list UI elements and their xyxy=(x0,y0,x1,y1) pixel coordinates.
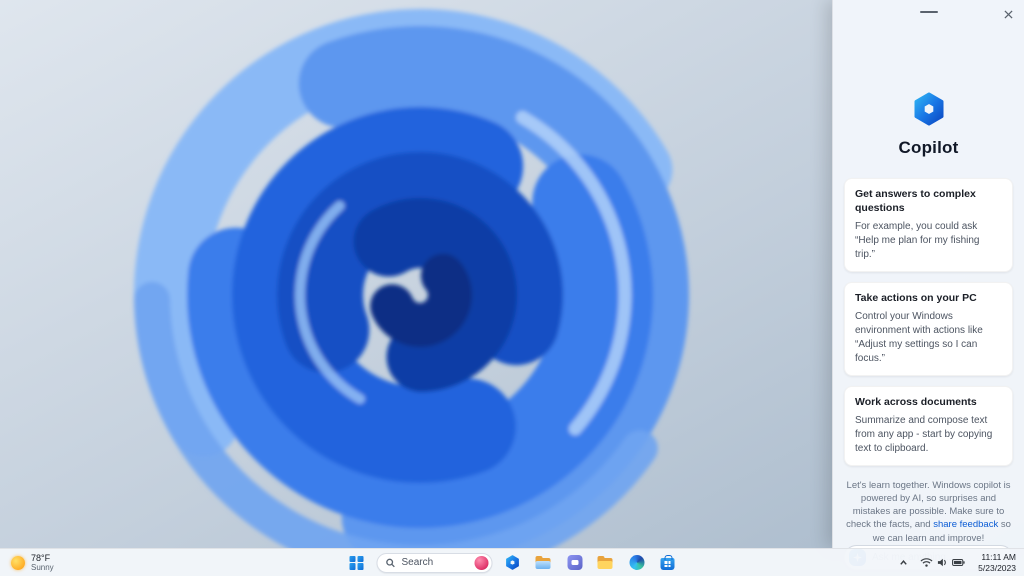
chat-icon xyxy=(567,555,582,570)
card-body: Control your Windows environment with ac… xyxy=(855,311,983,364)
file-explorer-icon xyxy=(535,555,552,571)
card-title: Get answers to complex questions xyxy=(855,188,976,214)
card-body: Summarize and compose text from any app … xyxy=(855,415,993,454)
clock[interactable]: 11:11 AM 5/23/2023 xyxy=(975,551,1019,574)
taskbar-app-store[interactable] xyxy=(657,551,679,575)
wifi-icon xyxy=(920,558,933,567)
copilot-taskbar-icon xyxy=(506,555,519,570)
search-highlight-icon xyxy=(474,555,489,570)
search-label: Search xyxy=(401,557,434,568)
card-title: Take actions on your PC xyxy=(855,291,977,304)
weather-text: 78°F Sunny xyxy=(31,553,54,573)
sun-icon xyxy=(11,555,25,570)
card-body: For example, you could ask “Help me plan… xyxy=(855,221,980,260)
panel-window-controls xyxy=(844,6,1013,20)
taskbar-app-folder[interactable] xyxy=(595,551,617,575)
search-box[interactable]: Search xyxy=(376,552,493,573)
share-feedback-link[interactable]: share feedback xyxy=(933,519,998,530)
taskbar-app-file-explorer[interactable] xyxy=(533,551,555,575)
taskbar: 78°F Sunny Search 11:11 AM 5/23/2023 xyxy=(0,548,1024,576)
volume-icon xyxy=(938,558,947,567)
weather-temperature: 78°F xyxy=(31,552,51,563)
taskbar-center: Search xyxy=(346,549,679,576)
weather-condition: Sunny xyxy=(31,563,54,573)
tray-time: 11:11 AM xyxy=(981,551,1016,562)
close-icon[interactable] xyxy=(1001,7,1015,21)
ai-disclaimer: Let's learn together. Windows copilot is… xyxy=(844,479,1013,545)
suggestion-card-documents[interactable]: Work across documents Summarize and comp… xyxy=(844,385,1013,466)
card-title: Work across documents xyxy=(855,395,977,408)
hidden-icons-chevron-icon[interactable] xyxy=(897,556,910,569)
taskbar-app-chat[interactable] xyxy=(564,551,586,575)
copilot-title: Copilot xyxy=(898,138,959,157)
edge-icon xyxy=(629,555,644,570)
taskbar-app-edge[interactable] xyxy=(626,551,648,575)
store-icon xyxy=(660,555,675,570)
search-icon xyxy=(386,558,395,567)
copilot-logo-icon xyxy=(913,92,944,126)
copilot-brand: Copilot xyxy=(844,92,1013,158)
start-button[interactable] xyxy=(346,551,368,575)
windows-logo-icon xyxy=(349,555,364,570)
taskbar-app-copilot[interactable] xyxy=(502,551,524,575)
suggestion-cards: Get answers to complex questions For exa… xyxy=(844,178,1013,466)
copilot-panel: Copilot Get answers to complex questions… xyxy=(832,0,1024,571)
system-tray: 11:11 AM 5/23/2023 xyxy=(897,549,1019,576)
suggestion-card-answers[interactable]: Get answers to complex questions For exa… xyxy=(844,178,1013,272)
folder-icon xyxy=(597,555,614,571)
weather-widget[interactable]: 78°F Sunny xyxy=(7,549,58,576)
suggestion-card-actions[interactable]: Take actions on your PC Control your Win… xyxy=(844,281,1013,376)
tray-date: 5/23/2023 xyxy=(978,562,1016,573)
minimize-icon[interactable] xyxy=(919,11,938,13)
tray-status-group[interactable] xyxy=(917,555,968,570)
battery-icon xyxy=(952,559,965,566)
